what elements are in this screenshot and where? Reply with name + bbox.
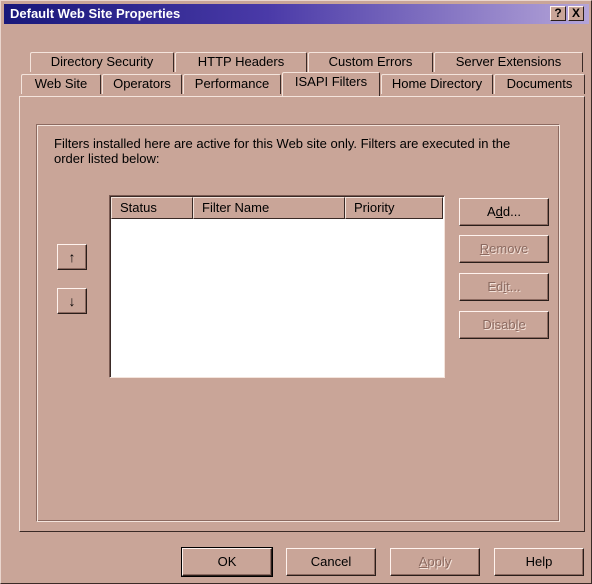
apply-button[interactable]: Apply (390, 548, 480, 576)
column-priority[interactable]: Priority (345, 197, 443, 219)
window-title: Default Web Site Properties (10, 6, 181, 21)
arrow-up-icon: ↑ (68, 249, 76, 265)
disable-button[interactable]: Disable (459, 311, 549, 339)
remove-button[interactable]: Remove (459, 235, 549, 263)
tab-documents[interactable]: Documents (494, 74, 585, 94)
title-bar[interactable]: Default Web Site Properties ? X (4, 4, 589, 24)
move-up-button[interactable]: ↑ (57, 244, 87, 270)
arrow-down-icon: ↓ (68, 293, 76, 309)
edit-button[interactable]: Edit... (459, 273, 549, 301)
ok-button[interactable]: OK (181, 547, 273, 577)
tab-http-headers[interactable]: HTTP Headers (175, 52, 307, 72)
tab-web-site[interactable]: Web Site (21, 74, 101, 94)
close-icon[interactable]: X (568, 6, 584, 21)
move-down-button[interactable]: ↓ (57, 288, 87, 314)
tab-home-directory[interactable]: Home Directory (381, 74, 493, 94)
tab-operators[interactable]: Operators (102, 74, 182, 94)
column-filter-name[interactable]: Filter Name (193, 197, 345, 219)
tab-directory-security[interactable]: Directory Security (30, 52, 174, 72)
help-question-icon[interactable]: ? (550, 6, 566, 21)
tab-server-extensions[interactable]: Server Extensions (434, 52, 583, 72)
properties-dialog: Default Web Site Properties ? X Director… (0, 0, 592, 584)
filters-description: Filters installed here are active for th… (54, 136, 511, 166)
tab-isapi-filters[interactable]: ISAPI Filters (282, 72, 380, 96)
filters-list[interactable]: Status Filter Name Priority (109, 195, 445, 378)
column-status[interactable]: Status (111, 197, 193, 219)
tab-custom-errors[interactable]: Custom Errors (308, 52, 433, 72)
cancel-button[interactable]: Cancel (286, 548, 376, 576)
add-button[interactable]: Add... (459, 198, 549, 226)
help-button[interactable]: Help (494, 548, 584, 576)
tab-performance[interactable]: Performance (183, 74, 281, 94)
